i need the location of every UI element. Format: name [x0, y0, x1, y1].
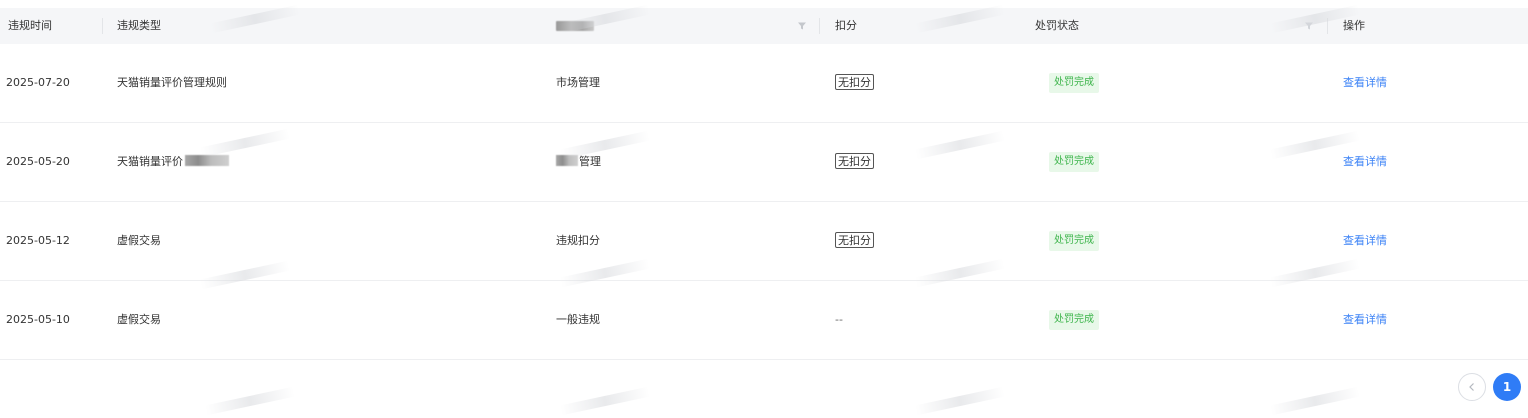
watermark [204, 386, 296, 416]
violation-type: 天猫销量评价管理规则 [117, 76, 227, 89]
deduction-tag: 无扣分 [835, 232, 874, 248]
filter-icon[interactable] [797, 21, 807, 31]
violation-category: 违规扣分 [556, 234, 600, 247]
violation-type: 虚假交易 [117, 234, 161, 247]
table-row: 2025-05-10 虚假交易 一般违规 -- 处罚完成 查看详情 [0, 281, 1528, 360]
view-details-link[interactable]: 查看详情 [1343, 281, 1387, 359]
violation-category: 管理 [579, 155, 601, 168]
watermark [1269, 386, 1361, 416]
status-badge: 处罚完成 [1049, 310, 1099, 330]
table-header: 违规时间 违规类型 扣分 处罚状态 操作 [0, 8, 1528, 44]
violation-time: 2025-07-20 [6, 76, 70, 89]
violation-category: 市场管理 [556, 76, 600, 89]
status-badge: 处罚完成 [1049, 152, 1099, 172]
violation-category: 一般违规 [556, 313, 600, 326]
blurred-text [185, 155, 229, 166]
view-details-link[interactable]: 查看详情 [1343, 44, 1387, 122]
status-badge: 处罚完成 [1049, 73, 1099, 93]
violation-type-cell: 天猫销量评价 [117, 123, 229, 201]
view-details-link[interactable]: 查看详情 [1343, 202, 1387, 280]
table-row: 2025-05-12 虚假交易 违规扣分 无扣分 处罚完成 查看详情 [0, 202, 1528, 281]
blurred-text [556, 155, 578, 166]
header-penalty-status: 处罚状态 [1035, 19, 1079, 32]
table-row: 2025-07-20 天猫销量评价管理规则 市场管理 无扣分 处罚完成 查看详情 [0, 44, 1528, 123]
deduction-tag: 无扣分 [835, 74, 874, 90]
status-badge: 处罚完成 [1049, 231, 1099, 251]
header-deduction: 扣分 [835, 19, 857, 32]
filter-icon[interactable] [1304, 21, 1314, 31]
table-row: 2025-05-20 天猫销量评价 管理 无扣分 处罚完成 查看详情 [0, 123, 1528, 202]
column-divider [1327, 18, 1328, 34]
header-violation-type: 违规类型 [117, 19, 161, 32]
watermark [914, 386, 1006, 416]
violation-time: 2025-05-20 [6, 155, 70, 168]
column-divider [819, 18, 820, 34]
violation-category-cell: 管理 [556, 123, 601, 201]
deduction-value: -- [835, 313, 843, 326]
violation-type: 天猫销量评价 [117, 155, 183, 168]
violation-time: 2025-05-10 [6, 313, 70, 326]
watermark [559, 386, 651, 416]
header-action: 操作 [1343, 19, 1365, 32]
violation-type: 虚假交易 [117, 313, 161, 326]
header-violation-time: 违规时间 [8, 19, 52, 32]
deduction-tag: 无扣分 [835, 153, 874, 169]
violation-time: 2025-05-12 [6, 234, 70, 247]
prev-page-button[interactable] [1458, 373, 1486, 401]
page-number-button[interactable]: 1 [1493, 373, 1521, 401]
header-category-blurred [556, 21, 594, 31]
chevron-left-icon [1469, 383, 1474, 391]
violation-table: 违规时间 违规类型 扣分 处罚状态 操作 2025-07-20 天猫销量评价管理… [0, 8, 1528, 360]
view-details-link[interactable]: 查看详情 [1343, 123, 1387, 201]
header-category [556, 8, 594, 44]
column-divider [102, 18, 103, 34]
violation-records-page: 违规时间 违规类型 扣分 处罚状态 操作 2025-07-20 天猫销量评价管理… [0, 0, 1528, 418]
